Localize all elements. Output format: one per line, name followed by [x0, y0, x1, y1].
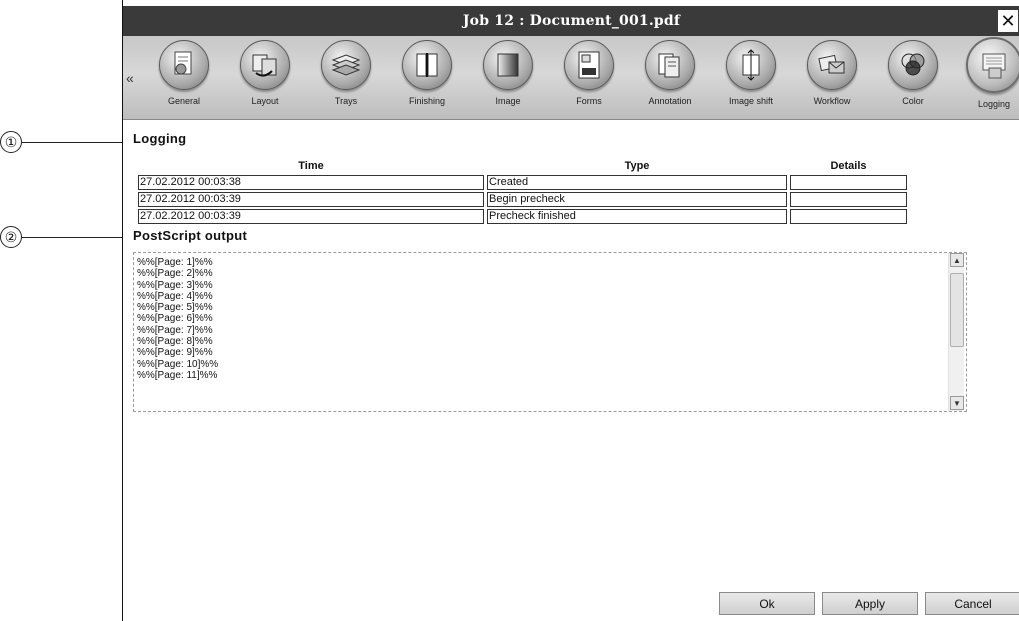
callout-1-number: ①: [0, 131, 22, 153]
postscript-lines: %%[Page: 1]%% %%[Page: 2]%% %%[Page: 3]%…: [137, 257, 218, 381]
tab-color-label: Color: [902, 96, 924, 106]
cell-time: 27.02.2012 00:03:39: [138, 209, 484, 224]
cell-type: Created: [487, 175, 787, 190]
tab-color[interactable]: Color: [878, 38, 948, 116]
cell-details: [790, 209, 907, 224]
list-item: %%[Page: 3]%%: [137, 279, 213, 291]
list-item: %%[Page: 8]%%: [137, 336, 213, 348]
logging-header-row: Time Type Details: [138, 159, 907, 173]
finishing-icon: [402, 40, 452, 90]
cell-details: [790, 192, 907, 207]
cell-type: Precheck finished: [487, 209, 787, 224]
list-item: %%[Page: 10]%%: [137, 358, 219, 370]
annotation-icon: [645, 40, 695, 90]
layout-icon: [240, 40, 290, 90]
tab-image-shift[interactable]: Image shift: [716, 38, 786, 116]
list-item: %%[Page: 5]%%: [137, 302, 213, 314]
tab-logging-label: Logging: [977, 99, 1011, 109]
list-item: %%[Page: 7]%%: [137, 324, 213, 336]
table-row: 27.02.2012 00:03:39 Begin precheck: [138, 192, 907, 207]
tab-finishing[interactable]: Finishing: [392, 38, 462, 116]
scroll-up-icon[interactable]: ▲: [950, 253, 964, 267]
column-header-details: Details: [830, 160, 867, 172]
cell-time: 27.02.2012 00:03:39: [138, 192, 484, 207]
column-header-time: Time: [298, 160, 324, 172]
postscript-output-box[interactable]: %%[Page: 1]%% %%[Page: 2]%% %%[Page: 3]%…: [133, 252, 967, 412]
scrollbar-thumb[interactable]: [950, 273, 964, 347]
tab-general[interactable]: General: [149, 38, 219, 116]
list-item: %%[Page: 1]%%: [137, 257, 213, 268]
scroll-down-icon[interactable]: ▼: [950, 396, 964, 410]
ok-button[interactable]: Ok: [719, 592, 815, 615]
logging-icon: [966, 37, 1019, 93]
tab-workflow-label: Workflow: [813, 96, 851, 106]
tab-logging[interactable]: Logging: [959, 37, 1019, 116]
callout-1: ①: [0, 130, 127, 154]
logging-title: Logging: [133, 131, 187, 146]
list-item: %%[Page: 9]%%: [137, 347, 213, 359]
tab-layout-label: Layout: [251, 96, 279, 106]
tab-layout[interactable]: Layout: [230, 38, 300, 116]
tab-workflow[interactable]: Workflow: [797, 38, 867, 116]
forms-icon: [564, 40, 614, 90]
close-icon[interactable]: ✕: [998, 10, 1018, 32]
workflow-icon: [807, 40, 857, 90]
window-title: Job 12 : Document_001.pdf: [462, 13, 681, 29]
tab-trays-label: Trays: [334, 96, 358, 106]
tab-image[interactable]: Image: [473, 38, 543, 116]
column-header-type: Type: [624, 160, 650, 172]
cell-type: Begin precheck: [487, 192, 787, 207]
list-item: %%[Page: 4]%%: [137, 290, 213, 302]
cancel-button[interactable]: Cancel: [925, 592, 1019, 615]
postscript-title: PostScript output: [133, 228, 248, 243]
tab-finishing-label: Finishing: [408, 96, 446, 106]
tab-image-label: Image: [495, 96, 521, 106]
color-icon: [888, 40, 938, 90]
callout-2: ②: [0, 225, 129, 249]
callout-1-line: [22, 141, 127, 143]
tab-annotation-label: Annotation: [648, 96, 692, 106]
list-item: %%[Page: 11]%%: [137, 369, 218, 381]
tab-trays[interactable]: Trays: [311, 38, 381, 116]
tab-annotation[interactable]: Annotation: [635, 38, 705, 116]
tab-forms-label: Forms: [576, 96, 602, 106]
tab-forms[interactable]: Forms: [554, 38, 624, 116]
image-shift-icon: [726, 40, 776, 90]
list-item: %%[Page: 2]%%: [137, 268, 213, 280]
tab-general-label: General: [167, 96, 201, 106]
cell-details: [790, 175, 907, 190]
image-icon: [483, 40, 533, 90]
logging-table: Time Type Details 27.02.2012 00:03:38 Cr…: [135, 157, 910, 226]
table-row: 27.02.2012 00:03:38 Created: [138, 175, 907, 190]
job-dialog: Job 12 : Document_001.pdf ✕ « General La…: [122, 0, 1019, 621]
cell-time: 27.02.2012 00:03:38: [138, 175, 484, 190]
apply-button[interactable]: Apply: [822, 592, 918, 615]
title-bar: Job 12 : Document_001.pdf ✕: [123, 6, 1019, 36]
table-row: 27.02.2012 00:03:39 Precheck finished: [138, 209, 907, 224]
document-icon: [159, 40, 209, 90]
list-item: %%[Page: 6]%%: [137, 313, 213, 325]
postscript-scrollbar[interactable]: ▲ ▼: [948, 253, 964, 411]
callout-2-number: ②: [0, 226, 22, 248]
settings-toolbar: « General Layout Trays Finishing Image F…: [123, 36, 1019, 120]
trays-icon: [321, 40, 371, 90]
tab-image-shift-label: Image shift: [728, 96, 774, 106]
callout-2-line: [22, 236, 129, 238]
scroll-left-icon[interactable]: «: [126, 70, 134, 86]
